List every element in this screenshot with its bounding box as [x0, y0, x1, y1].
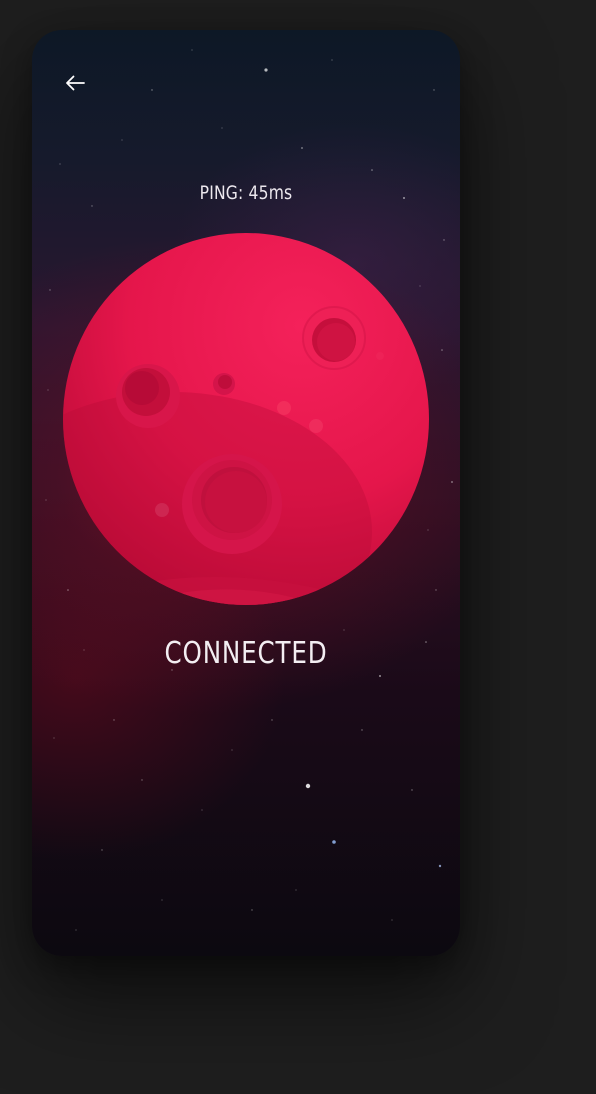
connection-status: CONNECTED [164, 636, 328, 671]
ping-label: PING: 45ms [199, 182, 293, 204]
vpn-screen: PING: 45ms CONNECTED [32, 30, 460, 956]
back-button[interactable] [58, 66, 92, 100]
planet-illustration [62, 232, 430, 606]
arrow-left-icon [66, 75, 85, 91]
